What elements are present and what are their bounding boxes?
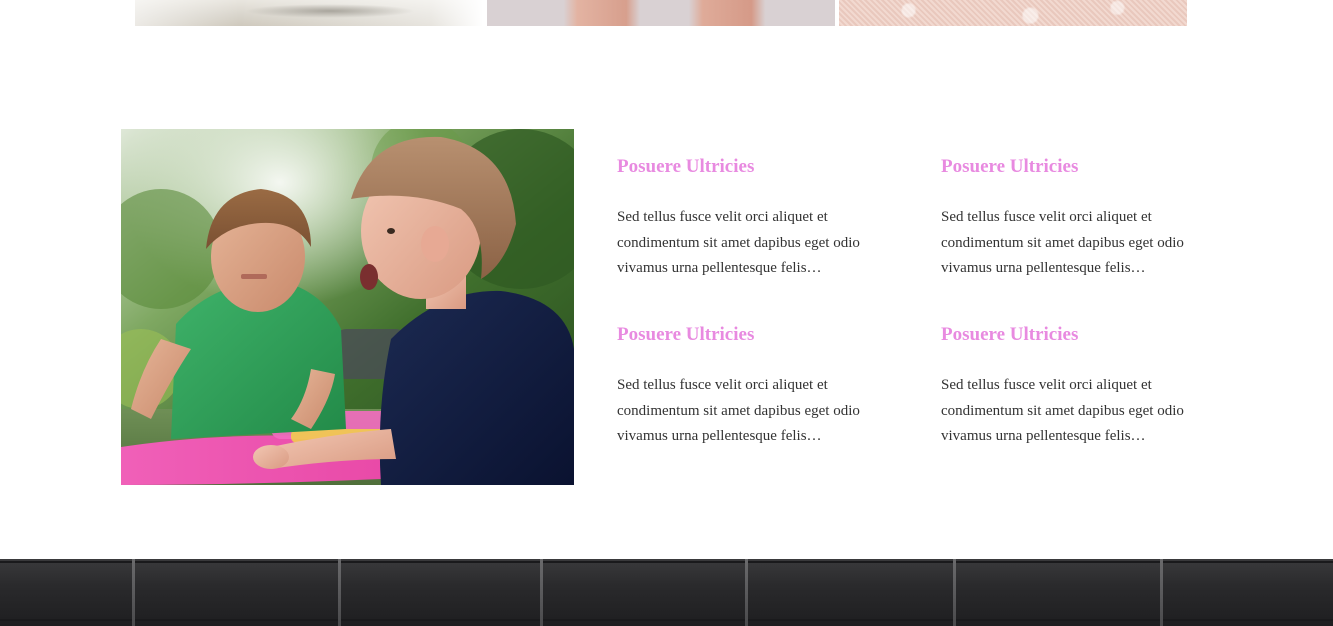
gallery-photo-1[interactable] <box>135 0 483 26</box>
footer-texture-line <box>1160 559 1163 626</box>
footer-texture-line <box>745 559 748 626</box>
footer-texture-line <box>540 559 543 626</box>
page: Posuere Ultricies Sed tellus fusce velit… <box>0 0 1333 626</box>
feature-item: Posuere Ultricies Sed tellus fusce velit… <box>941 324 1201 450</box>
feature-photo <box>121 129 574 485</box>
footer-background <box>0 559 1333 626</box>
feature-text: Sed tellus fusce velit orci aliquet et c… <box>941 209 1184 276</box>
feature-text: Sed tellus fusce velit orci aliquet et c… <box>941 377 1184 444</box>
footer-texture-line <box>132 559 135 626</box>
feature-item: Posuere Ultricies Sed tellus fusce velit… <box>941 156 1201 282</box>
feature-text: Sed tellus fusce velit orci aliquet et c… <box>617 377 860 444</box>
footer-texture-line <box>338 559 341 626</box>
gallery-photo-3[interactable] <box>839 0 1187 26</box>
feature-title[interactable]: Posuere Ultricies <box>617 324 877 346</box>
feature-item: Posuere Ultricies Sed tellus fusce velit… <box>617 156 877 282</box>
feature-title[interactable]: Posuere Ultricies <box>941 324 1201 346</box>
gallery-strip <box>135 0 1187 26</box>
footer-texture-line <box>0 561 1333 563</box>
footer-texture-line <box>953 559 956 626</box>
feature-title[interactable]: Posuere Ultricies <box>617 156 877 178</box>
gallery-photo-2[interactable] <box>487 0 835 26</box>
footer-texture-line <box>0 619 1333 621</box>
feature-item: Posuere Ultricies Sed tellus fusce velit… <box>617 324 877 450</box>
feature-title[interactable]: Posuere Ultricies <box>941 156 1201 178</box>
feature-text: Sed tellus fusce velit orci aliquet et c… <box>617 209 860 276</box>
